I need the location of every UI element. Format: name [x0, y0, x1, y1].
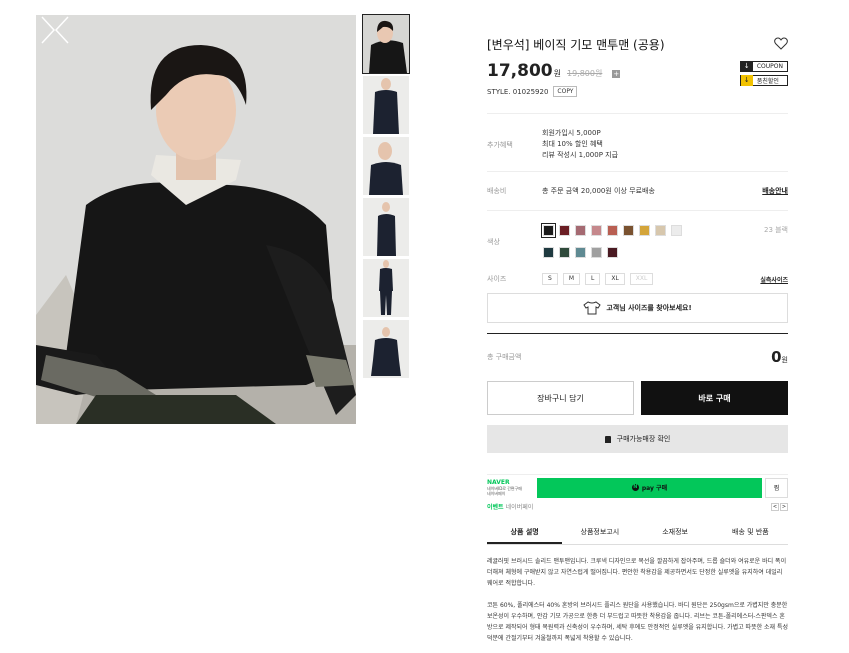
- shipping-text: 총 주문 금액 20,000원 이상 무료배송: [542, 187, 655, 195]
- color-options: 색상 23 블랙: [487, 223, 788, 261]
- color-swatch[interactable]: [655, 225, 666, 236]
- next-image-icon[interactable]: [36, 15, 58, 45]
- friend-discount-label: 품친할인: [756, 78, 779, 85]
- naver-sub-text-2: 네이버페이: [487, 491, 506, 496]
- purchase-buttons: 장바구니 담기 바로 구매: [487, 381, 788, 415]
- description-paragraph: 코튼 60%, 폴리에스터 40% 혼방의 브러시드 플리스 원단을 사용했습니…: [487, 602, 788, 642]
- download-icon: ↓: [740, 75, 753, 86]
- naver-pay-label: pay 구매: [641, 485, 668, 492]
- size-option-m[interactable]: M: [562, 273, 580, 285]
- size-option-xxl[interactable]: XXL: [629, 273, 654, 285]
- size-chart-link[interactable]: 실측사이즈: [760, 275, 788, 284]
- thumbnail-5[interactable]: [363, 259, 409, 317]
- tab-description[interactable]: 상품 설명: [487, 527, 563, 544]
- thumbnail-2[interactable]: [363, 76, 409, 134]
- color-swatch[interactable]: [559, 225, 570, 236]
- color-swatch[interactable]: [639, 225, 650, 236]
- size-finder-label: 고객님 사이즈를 찾아보세요!: [606, 304, 692, 312]
- thumbnail-list: [362, 14, 410, 381]
- price-unit: 원: [553, 69, 561, 78]
- color-swatch[interactable]: [559, 247, 570, 258]
- event-prev-button[interactable]: <: [771, 502, 779, 511]
- copy-button[interactable]: COPY: [553, 86, 578, 97]
- total-label: 총 구매금액: [487, 353, 522, 361]
- product-description: 레귤러핏 브러시드 솔리드 맨투맨입니다. 크루넥 디자인으로 목선을 깔끔하게…: [487, 556, 788, 644]
- size-option-s[interactable]: S: [542, 273, 558, 285]
- add-to-cart-button[interactable]: 장바구니 담기: [487, 381, 634, 415]
- price-detail-button[interactable]: +: [612, 70, 621, 78]
- thumbnail-1[interactable]: [362, 14, 410, 74]
- style-code: STYLE. 01025920: [487, 87, 549, 96]
- thumbnail-6[interactable]: [363, 320, 409, 378]
- selected-color-name: 23 블랙: [763, 226, 788, 234]
- buy-now-button[interactable]: 바로 구매: [641, 381, 788, 415]
- tshirt-icon: [583, 301, 601, 315]
- detail-tabs: 상품 설명 상품정보고시 소재정보 배송 및 반품: [487, 527, 788, 545]
- size-label: 사이즈: [487, 275, 507, 283]
- naver-pay-button[interactable]: N pay 구매: [537, 477, 762, 498]
- download-icon: ↓: [740, 61, 753, 72]
- color-swatch[interactable]: [607, 247, 618, 258]
- original-price: 19,800원: [566, 69, 603, 78]
- benefit-item: 리뷰 작성시 1,000P 지급: [542, 151, 619, 159]
- benefit-item: 회원가입시 5,000P: [542, 129, 601, 137]
- thumbnail-3[interactable]: [363, 137, 409, 195]
- heart-icon[interactable]: [774, 37, 788, 50]
- event-label: 이벤트: [487, 504, 504, 511]
- color-swatches: [541, 223, 723, 269]
- store-availability-label: 구매가능매장 확인: [616, 435, 671, 443]
- description-paragraph: 레귤러핏 브러시드 솔리드 맨투맨입니다. 크루넥 디자인으로 목선을 깔끔하게…: [487, 558, 787, 587]
- thumbnail-4[interactable]: [363, 198, 409, 256]
- benefits-label: 추가혜택: [487, 140, 513, 149]
- product-info-panel: [변우석] 베이직 기모 맨투맨 (공용) 17,800 원 19,800원 +…: [487, 30, 788, 653]
- total-unit: 원: [781, 356, 788, 364]
- coupon-badge-label: COUPON: [756, 63, 783, 70]
- product-title: [변우석] 베이직 기모 맨투맨 (공용): [487, 38, 665, 52]
- badge-group: ↓ COUPON ↓ 품친할인: [739, 61, 788, 89]
- shipping-row: 배송비 총 주문 금액 20,000원 이상 무료배송 배송안내: [487, 171, 788, 211]
- naver-event-row: 이벤트 네이버페이 < >: [487, 502, 788, 511]
- shipping-label: 배송비: [487, 187, 507, 195]
- tab-shipping-returns[interactable]: 배송 및 반품: [713, 527, 788, 544]
- naver-logo: NAVER: [487, 479, 510, 486]
- color-swatch[interactable]: [575, 225, 586, 236]
- color-swatch[interactable]: [541, 223, 556, 238]
- tab-product-notice[interactable]: 상품정보고시: [562, 527, 637, 544]
- store-icon: [604, 435, 611, 443]
- color-swatch[interactable]: [575, 247, 586, 258]
- event-next-button[interactable]: >: [780, 502, 788, 511]
- benefit-item: 최대 10% 할인 혜택: [542, 140, 603, 148]
- color-label: 색상: [487, 238, 500, 246]
- color-swatch[interactable]: [623, 225, 634, 236]
- naver-pay-icon: N: [631, 484, 639, 491]
- color-swatch[interactable]: [607, 225, 618, 236]
- size-finder-button[interactable]: 고객님 사이즈를 찾아보세요!: [487, 293, 788, 323]
- size-option-xl[interactable]: XL: [605, 273, 625, 285]
- friend-discount-badge[interactable]: ↓ 품친할인: [739, 75, 788, 86]
- total-amount: 0: [771, 348, 782, 366]
- event-sub: 네이버페이: [505, 504, 534, 511]
- naver-pay-section: NAVER 네이버ID로 간편구매 네이버페이 N pay 구매 찜: [487, 474, 788, 498]
- sale-price: 17,800: [487, 61, 553, 81]
- total-price-row: 총 구매금액 0원: [487, 333, 788, 380]
- shipping-info-link[interactable]: 배송안내: [762, 186, 788, 196]
- coupon-badge[interactable]: ↓ COUPON: [739, 61, 788, 72]
- color-swatch[interactable]: [591, 225, 602, 236]
- benefits-row: 추가혜택 회원가입시 5,000P 최대 10% 할인 혜택 리뷰 작성시 1,…: [487, 128, 788, 161]
- main-product-image[interactable]: [36, 15, 356, 424]
- size-option-l[interactable]: L: [585, 273, 601, 285]
- tab-material[interactable]: 소재정보: [638, 527, 713, 544]
- color-swatch[interactable]: [591, 247, 602, 258]
- color-swatch[interactable]: [543, 247, 554, 258]
- naver-wishlist-button[interactable]: 찜: [765, 477, 788, 498]
- size-options: 사이즈 S M L XL XXL 실측사이즈: [487, 273, 788, 285]
- color-swatch[interactable]: [671, 225, 682, 236]
- store-availability-button[interactable]: 구매가능매장 확인: [487, 425, 788, 453]
